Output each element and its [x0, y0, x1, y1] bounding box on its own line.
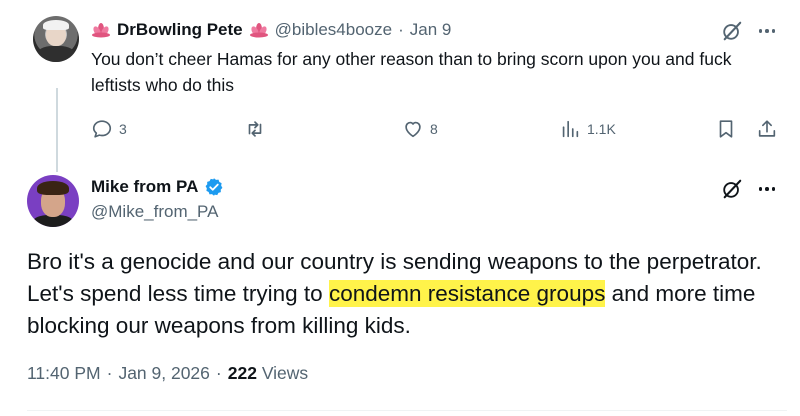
views-label: Views: [261, 363, 309, 383]
tweet-author: Mike from PA: [91, 176, 224, 198]
reply-count: 3: [119, 121, 127, 137]
reply-button[interactable]: 3: [91, 117, 127, 141]
share-icon: [758, 120, 776, 137]
like-icon: [405, 121, 421, 138]
tweet-text: Bro it's a genocide and our country is s…: [27, 246, 787, 342]
tweet-date[interactable]: Jan 9: [410, 20, 452, 40]
retweet-icon: [248, 121, 262, 137]
tweet-text: You don’t cheer Hamas for any other reas…: [91, 49, 732, 95]
avatar[interactable]: [33, 16, 79, 62]
reply-tweet[interactable]: DrBowling Pete @bibles4booze · Jan 9 You…: [0, 0, 800, 165]
grok-icon[interactable]: [721, 20, 743, 42]
like-count: 8: [430, 121, 438, 137]
grok-icon[interactable]: [721, 178, 743, 200]
avatar[interactable]: [27, 175, 79, 227]
display-name[interactable]: Mike from PA: [91, 177, 198, 197]
display-name[interactable]: DrBowling Pete: [117, 20, 243, 40]
tweet-metadata: 11:40 PM · Jan 9, 2026 · 222 Views: [27, 363, 308, 384]
separator-dot: ·: [398, 20, 404, 39]
handle[interactable]: @Mike_from_PA: [91, 202, 218, 222]
lotus-icon: [249, 23, 268, 38]
bookmark-button[interactable]: [715, 117, 737, 141]
lotus-icon: [92, 23, 110, 38]
highlighted-phrase: condemn resistance groups: [328, 280, 606, 307]
views-count: 222: [227, 363, 257, 383]
tweet-date[interactable]: Jan 9, 2026: [118, 363, 209, 384]
divider: [27, 410, 787, 411]
more-icon[interactable]: [756, 178, 778, 200]
more-icon[interactable]: [756, 20, 778, 42]
action-bar: 3 8 1.1K: [91, 117, 791, 141]
bookmark-icon: [719, 120, 733, 138]
views-count: 1.1K: [587, 121, 616, 137]
views-button[interactable]: 1.1K: [559, 117, 616, 141]
separator-dot: ·: [106, 363, 113, 383]
views-icon: [562, 120, 579, 138]
reply-icon: [92, 120, 112, 138]
retweet-button[interactable]: [244, 117, 266, 141]
tweet-time[interactable]: 11:40 PM: [27, 363, 101, 384]
verified-icon[interactable]: [204, 177, 224, 197]
tweet-header: DrBowling Pete @bibles4booze · Jan 9: [91, 18, 451, 42]
like-button[interactable]: 8: [402, 117, 438, 141]
handle[interactable]: @bibles4booze: [275, 20, 392, 40]
separator-dot: ·: [215, 363, 222, 383]
share-button[interactable]: [756, 117, 778, 141]
